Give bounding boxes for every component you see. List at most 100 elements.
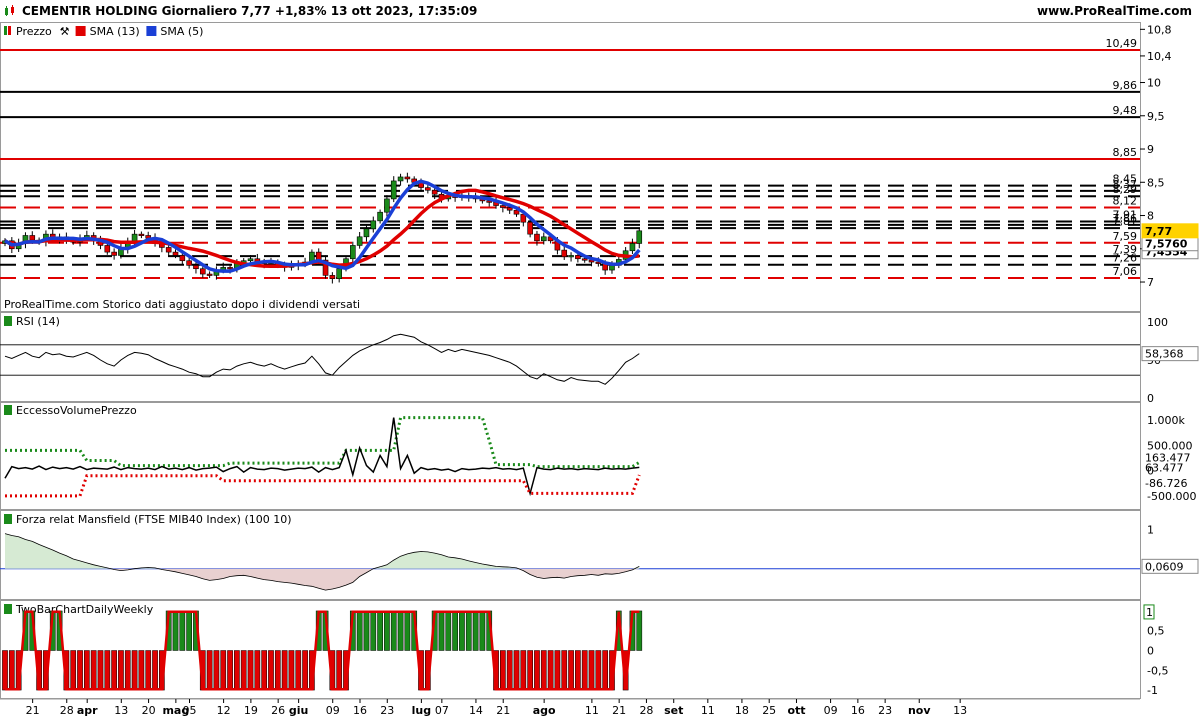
price-candle — [227, 267, 233, 270]
price-candle — [540, 236, 547, 242]
x-axis-label: 09 — [824, 704, 838, 717]
price-candle — [356, 236, 363, 246]
twobar-bar — [2, 650, 8, 691]
price-candle — [609, 265, 615, 271]
brand-link[interactable]: www.ProRealTime.com — [1037, 4, 1192, 18]
x-axis-label: apr — [77, 704, 98, 717]
twobar-bar — [506, 650, 513, 691]
price-legend-icon — [4, 26, 7, 35]
price-level-label: 9,86 — [1113, 79, 1138, 92]
price-axis-tick-label: 10,4 — [1147, 50, 1172, 63]
price-candle — [370, 220, 377, 230]
x-axis-label: 12 — [217, 704, 231, 717]
twobar-bar — [152, 650, 158, 691]
x-axis-label: nov — [908, 704, 931, 717]
twobar-bar — [363, 610, 370, 651]
x-axis-label: 13 — [953, 704, 967, 717]
twobar-bar — [179, 610, 186, 651]
price-level-label: 8,85 — [1113, 146, 1138, 159]
price-level-label: 7,26 — [1113, 252, 1138, 265]
rsi-last-label: 58,368 — [1145, 348, 1184, 361]
twobar-bar — [240, 650, 247, 691]
twobar-bar — [111, 650, 117, 691]
x-axis-label: 16 — [353, 704, 367, 717]
price-candle — [527, 221, 533, 235]
x-axis-label: 25 — [762, 704, 776, 717]
x-axis-label: 23 — [878, 704, 892, 717]
price-candle — [397, 176, 404, 182]
twobar-bar — [459, 610, 465, 651]
price-candle — [29, 235, 36, 241]
price-candle — [131, 233, 138, 242]
x-axis-label: 28 — [60, 704, 74, 717]
twobar-bar — [220, 650, 227, 691]
price-candle — [506, 207, 513, 211]
price-level-label: 7,81 — [1113, 215, 1138, 228]
twobar-bar — [302, 650, 308, 691]
price-candle — [390, 180, 397, 200]
x-axis-label: 20 — [142, 704, 156, 717]
twobar-bar — [281, 650, 288, 691]
price-level-label: 7,06 — [1113, 265, 1138, 278]
price-axis-tick-label: 8,5 — [1147, 176, 1165, 189]
twobar-bar — [70, 650, 77, 691]
x-axis-label: 13 — [114, 704, 128, 717]
x-axis-label: ago — [533, 704, 556, 717]
price-axis-tick-label: 8 — [1147, 210, 1154, 223]
twobar-axis-label: 0,5 — [1147, 625, 1165, 638]
twobar-bar — [588, 650, 595, 691]
price-candle — [534, 233, 540, 242]
x-axis-label: 11 — [585, 704, 599, 717]
price-candle — [179, 255, 186, 262]
twobar-bar — [234, 650, 240, 691]
price-level-label: 9,48 — [1113, 104, 1138, 117]
twobar-bar — [581, 650, 588, 691]
volume-excess-panel — [0, 402, 1141, 510]
twobar-bar — [118, 650, 124, 691]
twobar-bar — [397, 610, 404, 651]
twobar-bar — [206, 650, 213, 691]
twobar-bar — [254, 650, 261, 691]
price-candle — [111, 251, 117, 256]
volume-main-line — [4, 417, 640, 497]
x-axis-label: 23 — [380, 704, 394, 717]
twobar-bar — [527, 650, 533, 691]
volume-main-last-label: 63.477 — [1145, 461, 1184, 474]
twobar-bar — [83, 650, 90, 691]
twobar-bar — [97, 650, 104, 691]
price-candle — [581, 258, 588, 261]
volume-excess-title-group: EccessoVolumePrezzo — [4, 404, 137, 417]
legend-label: Prezzo — [16, 25, 52, 38]
price-candle — [104, 245, 111, 253]
price-candle — [172, 251, 179, 256]
chart-header-bar: CEMENTIR HOLDING Giornaliero 7,77 +1,83%… — [0, 0, 1200, 22]
twobar-bar — [377, 610, 383, 651]
rsi-panel — [0, 312, 1141, 402]
twobar-bar — [452, 610, 458, 651]
twobar-bar — [384, 610, 390, 651]
price-legend-icon — [8, 26, 11, 35]
x-axis-label: ott — [787, 704, 805, 717]
twobar-bar — [131, 650, 138, 691]
x-axis-label: 26 — [271, 704, 285, 717]
volume-excess-title-icon — [4, 405, 12, 415]
price-candle — [425, 187, 431, 191]
price-candle — [575, 255, 581, 260]
x-axis-label: set — [664, 704, 683, 717]
twobar-bar — [438, 610, 445, 651]
rsi-axis-label: 0 — [1147, 392, 1154, 405]
chart-canvas[interactable]: 10,810,4109,598,587,5710,499,869,488,858… — [0, 22, 1200, 720]
twobar-title: TwoBarChartDailyWeekly — [15, 603, 154, 616]
x-axis-label: 19 — [244, 704, 258, 717]
volume-excess-title: EccessoVolumePrezzo — [16, 404, 137, 417]
price-level-label: 7,59 — [1113, 230, 1138, 243]
twobar-bar — [404, 610, 411, 651]
twobar-bar — [213, 650, 220, 691]
twobar-bar — [540, 650, 547, 691]
chart-title: CEMENTIR HOLDING Giornaliero 7,77 +1,83%… — [22, 4, 478, 18]
twobar-bar — [472, 610, 479, 651]
twobar-bar — [370, 610, 377, 651]
rsi-axis-label: 100 — [1147, 316, 1168, 329]
twobar-bar — [336, 650, 343, 691]
x-axis-label: 18 — [735, 704, 749, 717]
